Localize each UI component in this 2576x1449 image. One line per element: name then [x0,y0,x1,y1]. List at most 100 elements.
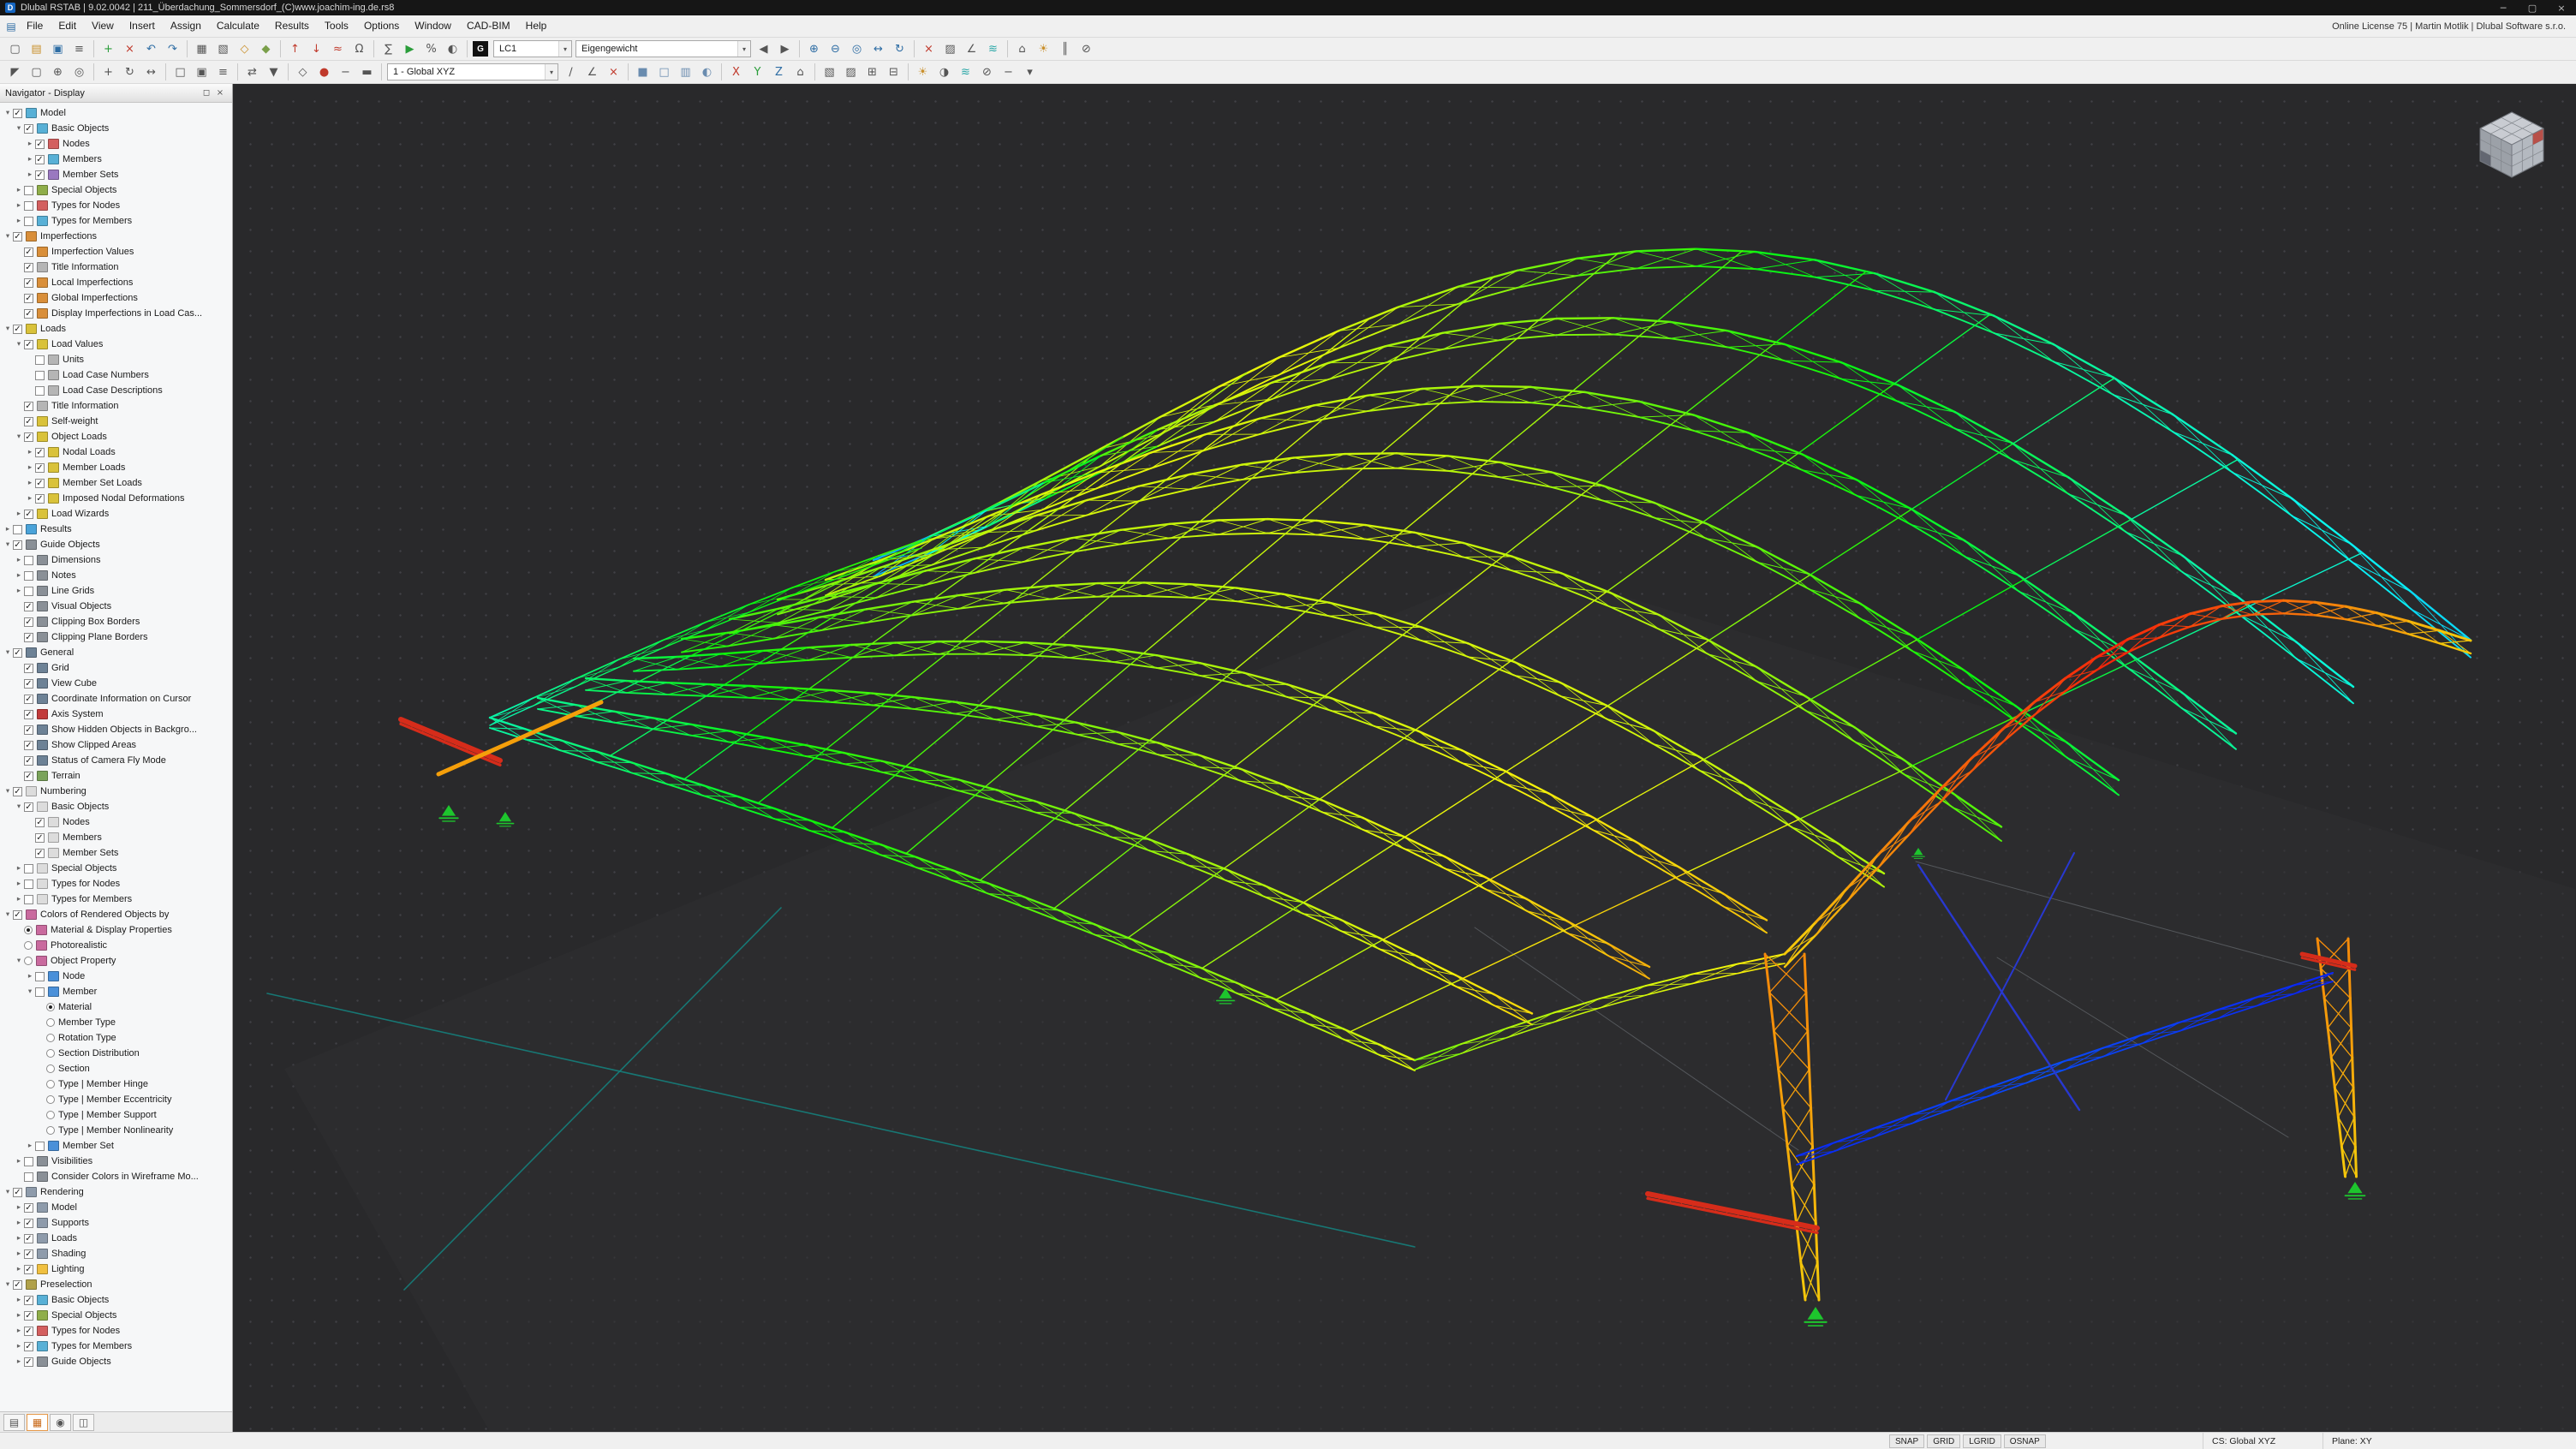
checkbox[interactable]: ✓ [24,432,33,442]
tree-item-imperfection-values[interactable]: ✓ Imperfection Values [0,244,232,259]
rotate-view-button[interactable]: ↻ [889,39,910,58]
checkbox[interactable]: ✓ [24,1295,33,1305]
render-wireframe-button[interactable]: □ [653,63,675,81]
toggle-lgrid[interactable]: LGRID [1963,1434,2001,1448]
tree-item-guide-objects[interactable]: ▾ ✓ Guide Objects [0,537,232,552]
load-case-combo[interactable]: LC1 ▾ [493,40,572,57]
expand-icon[interactable]: ▸ [25,155,35,164]
zoom-in-button[interactable]: ⊕ [803,39,825,58]
grid-toggle-button[interactable]: ⊞ [862,63,883,81]
hide-objects-button[interactable]: ⊘ [1076,39,1097,58]
tree-item-model[interactable]: ▾ ✓ Model [0,105,232,121]
checkbox[interactable]: ✓ [35,447,45,457]
checkbox[interactable]: ✓ [13,1187,22,1197]
snap-settings-button[interactable]: ⊕ [47,63,69,81]
tree-item-show-hidden-objects-in-backgro[interactable]: ✓ Show Hidden Objects in Backgro... [0,722,232,737]
checkbox[interactable] [24,200,33,211]
checkbox[interactable]: ✓ [35,817,45,827]
collapse-icon[interactable]: ▾ [3,1188,13,1196]
tree-item-display-imperfections-in-load-cas[interactable]: ✓ Display Imperfections in Load Cas... [0,306,232,321]
tree-item-types-for-nodes[interactable]: ▸ ✓ Types for Nodes [0,1323,232,1339]
tree-item-load-wizards[interactable]: ▸ ✓ Load Wizards [0,506,232,522]
checkbox[interactable]: ✓ [24,617,33,627]
wireframe-mode-button[interactable]: □ [170,63,191,81]
previous-load-case-button[interactable]: ◀ [753,39,774,58]
tab-display[interactable]: ▦ [27,1413,48,1431]
collapse-icon[interactable]: ▾ [3,1280,13,1289]
tree-item-type-member-nonlinearity[interactable]: Type | Member Nonlinearity [0,1123,232,1138]
tree-item-member-set-loads[interactable]: ▸ ✓ Member Set Loads [0,475,232,491]
table-down-button[interactable]: ▼ [263,63,284,81]
tree-item-section-distribution[interactable]: Section Distribution [0,1046,232,1061]
expand-icon[interactable]: ▸ [14,1249,24,1258]
materials-button[interactable]: ◇ [234,39,255,58]
checkbox[interactable]: ✓ [24,339,33,349]
checkbox[interactable]: ✓ [24,724,33,735]
checkbox[interactable]: ✓ [35,493,45,504]
checkbox[interactable]: ✓ [24,755,33,766]
collapse-icon[interactable]: ▾ [3,648,13,657]
radio-button[interactable] [24,926,33,934]
tree-item-member-sets[interactable]: ✓ Member Sets [0,845,232,861]
print-button[interactable]: ≡ [69,39,90,58]
tab-data[interactable]: ▤ [3,1413,25,1431]
tree-item-photorealistic[interactable]: Photorealistic [0,938,232,953]
tree-item-type-member-support[interactable]: Type | Member Support [0,1107,232,1123]
menu-results[interactable]: Results [267,15,317,37]
checkbox[interactable]: ✓ [24,262,33,272]
checkbox[interactable] [35,385,45,396]
collapse-icon[interactable]: ▾ [3,109,13,117]
lines-display-button[interactable]: − [335,63,356,81]
tree-item-loads[interactable]: ▸ ✓ Loads [0,1231,232,1246]
next-load-case-button[interactable]: ▶ [774,39,796,58]
color-scale-button[interactable]: ≋ [955,63,976,81]
checkbox[interactable]: ✓ [24,1218,33,1228]
tree-item-special-objects[interactable]: ▸ Special Objects [0,182,232,198]
tree-item-load-case-descriptions[interactable]: Load Case Descriptions [0,383,232,398]
tree-item-model[interactable]: ▸ ✓ Model [0,1200,232,1215]
tree-item-members[interactable]: ▸ ✓ Members [0,152,232,167]
chevron-down-icon[interactable]: ▾ [737,41,750,57]
radio-button[interactable] [46,1111,55,1119]
tree-item-member[interactable]: ▾ Member [0,984,232,999]
checkbox[interactable]: ✓ [24,771,33,781]
tree-item-terrain[interactable]: ✓ Terrain [0,768,232,784]
checkbox[interactable] [35,370,45,380]
checkbox[interactable]: ✓ [24,416,33,426]
expand-icon[interactable]: ▸ [14,880,24,888]
checkbox[interactable]: ✓ [24,1202,33,1213]
tab-views[interactable]: ◉ [50,1413,71,1431]
tree-item-show-clipped-areas[interactable]: ✓ Show Clipped Areas [0,737,232,753]
checkbox[interactable] [24,570,33,581]
checkbox[interactable] [24,586,33,596]
checkbox[interactable]: ✓ [35,139,45,149]
expand-icon[interactable]: ▸ [14,895,24,903]
tree-item-supports[interactable]: ▸ ✓ Supports [0,1215,232,1231]
tree-item-node[interactable]: ▸ Node [0,969,232,984]
tree-item-nodal-loads[interactable]: ▸ ✓ Nodal Loads [0,444,232,460]
menu-edit[interactable]: Edit [51,15,84,37]
tree-item-units[interactable]: Units [0,352,232,367]
checkbox[interactable]: ✓ [24,1264,33,1274]
radio-button[interactable] [24,941,33,950]
pin-icon[interactable]: ◻ [200,88,213,98]
checkbox[interactable]: ✓ [24,401,33,411]
view-z-button[interactable]: Z [768,63,790,81]
load-combinations-button[interactable]: ∑ [378,39,399,58]
isometric-view-button[interactable]: ⌂ [790,63,811,81]
expand-icon[interactable]: ▸ [14,1342,24,1351]
checkbox[interactable]: ✓ [24,1249,33,1259]
menu-calculate[interactable]: Calculate [209,15,267,37]
dimensioning-button[interactable]: ∠ [961,39,982,58]
tree-item-member-sets[interactable]: ▸ ✓ Member Sets [0,167,232,182]
menu-view[interactable]: View [84,15,122,37]
mirror-button[interactable]: ↔ [140,63,162,81]
expand-icon[interactable]: ▸ [14,1357,24,1366]
tree-item-consider-colors-in-wireframe-mo[interactable]: Consider Colors in Wireframe Mo... [0,1169,232,1184]
toggle-osnap[interactable]: OSNAP [2003,1434,2046,1448]
tree-item-local-imperfections[interactable]: ✓ Local Imperfections [0,275,232,290]
chevron-down-icon[interactable]: ▾ [558,41,571,57]
checkbox[interactable]: ✓ [13,324,22,334]
expand-icon[interactable]: ▸ [14,1219,24,1227]
collapse-icon[interactable]: ▾ [14,340,24,349]
